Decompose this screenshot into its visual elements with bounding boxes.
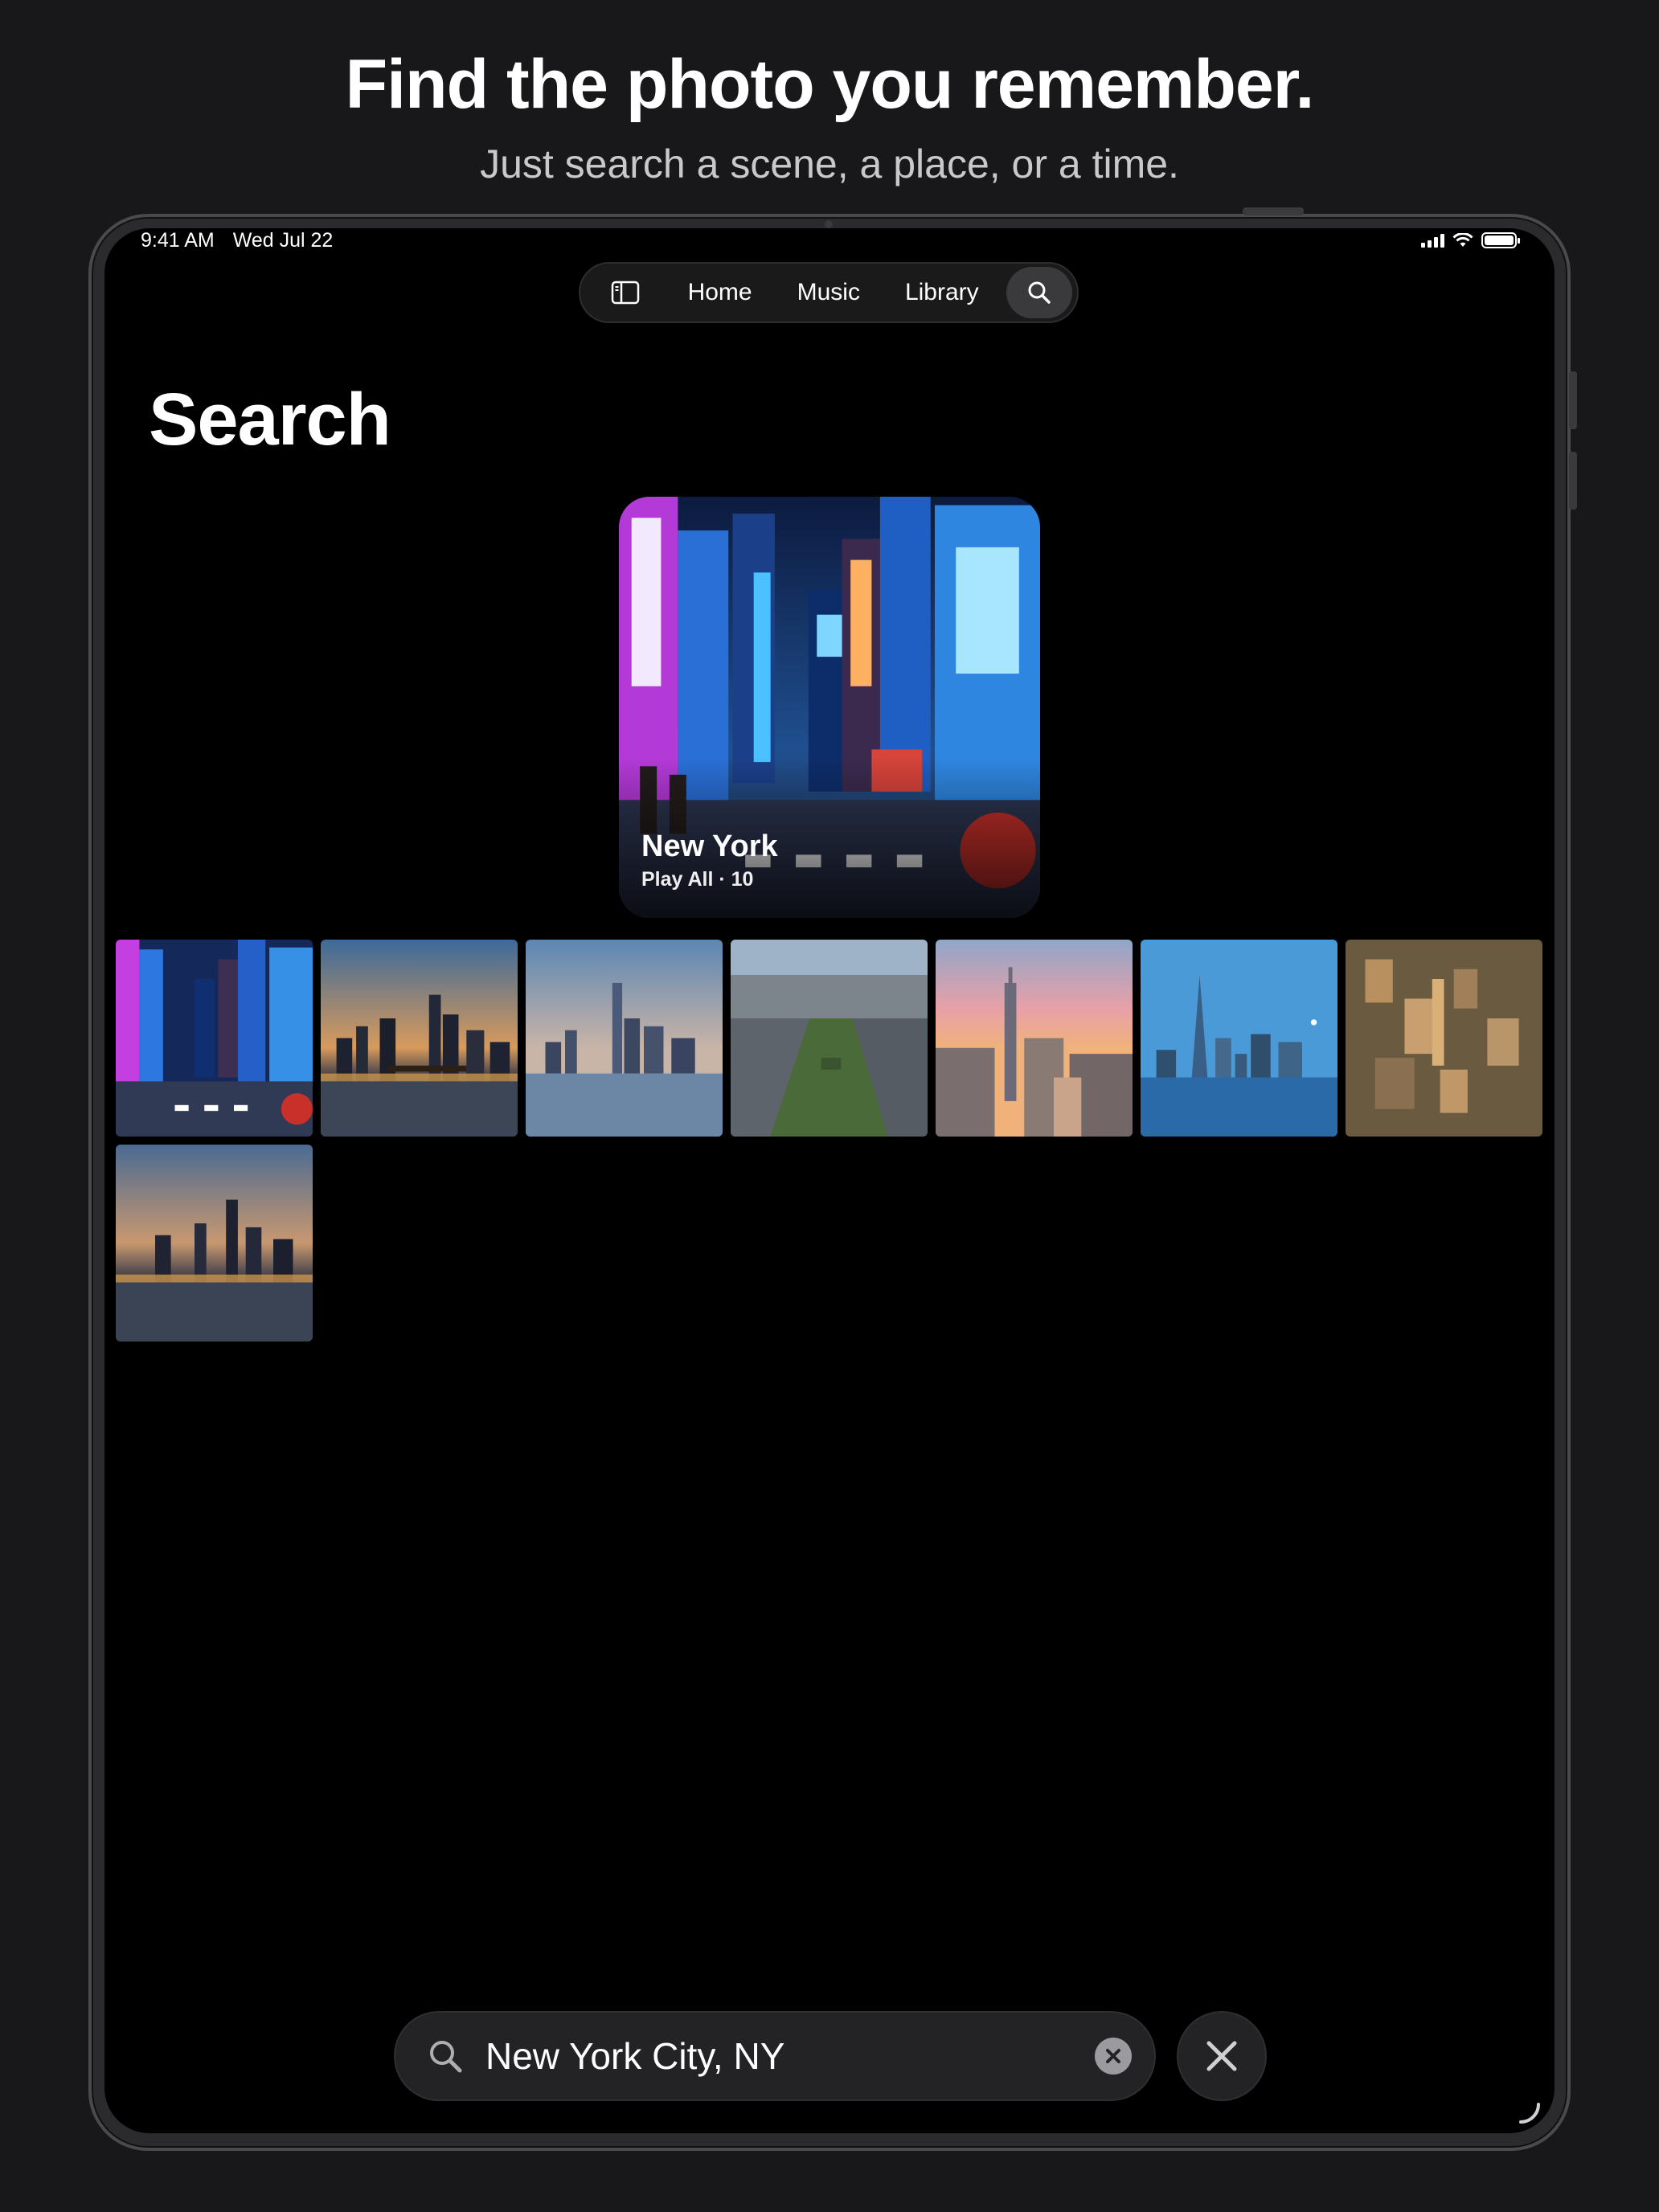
search-input[interactable] (485, 2034, 1095, 2078)
resize-corner-icon (1519, 2103, 1540, 2124)
photo-thumbnail[interactable] (731, 940, 928, 1137)
app-screen: 9:41 AM Wed Jul 22 Home Music Library Se… (104, 228, 1555, 2133)
sidebar-toggle-icon[interactable] (585, 267, 666, 318)
tab-music[interactable]: Music (775, 267, 883, 318)
volume-up-button (1569, 371, 1577, 429)
tab-library[interactable]: Library (883, 267, 1002, 318)
wifi-icon (1452, 233, 1473, 247)
search-field[interactable] (394, 2011, 1156, 2101)
volume-down-button (1569, 452, 1577, 510)
status-time: 9:41 AM (141, 228, 215, 252)
status-bar: 9:41 AM Wed Jul 22 (141, 228, 1520, 252)
top-button (1243, 207, 1304, 215)
cellular-signal-icon (1421, 233, 1444, 248)
status-date: Wed Jul 22 (232, 228, 334, 252)
search-icon (1028, 281, 1051, 304)
promo-title: Find the photo you remember. (345, 46, 1315, 123)
promo-header: Find the photo you remember. Just search… (0, 45, 1659, 187)
close-search-button[interactable] (1177, 2011, 1267, 2101)
featured-meta[interactable]: Play All · 10 (641, 868, 753, 891)
featured-album-card[interactable]: New York Play All · 10 (619, 497, 1040, 918)
photo-thumbnail[interactable] (321, 940, 518, 1137)
tab-home[interactable]: Home (666, 267, 775, 318)
promo-subtitle: Just search a scene, a place, or a time. (480, 141, 1179, 186)
photo-thumbnail[interactable] (116, 1145, 313, 1342)
featured-title: New York (641, 830, 778, 863)
close-icon (1206, 2041, 1237, 2071)
battery-icon (1481, 232, 1520, 248)
photo-thumbnail[interactable] (1141, 940, 1337, 1137)
magnifier-icon (430, 2041, 462, 2073)
tab-search[interactable] (1006, 267, 1072, 318)
photo-thumbnail[interactable] (526, 940, 723, 1137)
photo-thumbnail[interactable] (116, 940, 313, 1137)
clear-circle-icon[interactable] (1095, 2038, 1132, 2075)
photo-thumbnail[interactable] (936, 940, 1133, 1137)
tab-bar: Home Music Library (579, 262, 1079, 323)
page-title: Search (149, 379, 391, 461)
photo-thumbnail[interactable] (1346, 940, 1542, 1137)
front-camera (825, 220, 833, 228)
